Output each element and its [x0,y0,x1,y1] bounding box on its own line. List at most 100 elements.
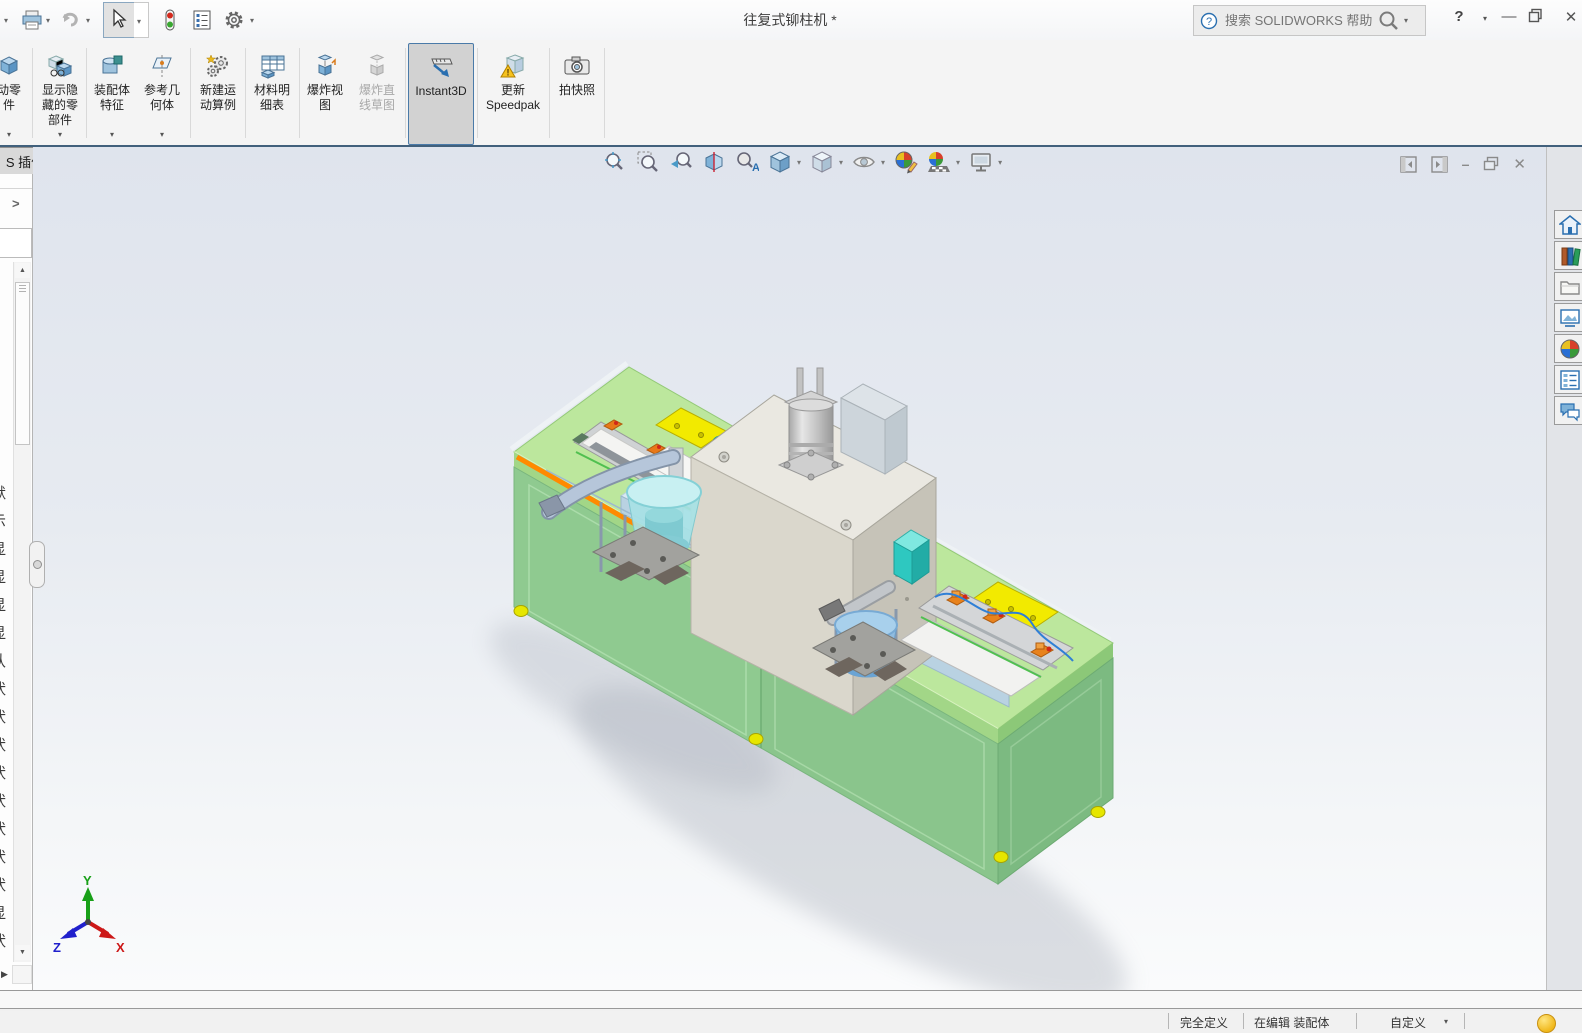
take-snapshot-button[interactable]: 拍快照 [552,43,602,143]
svg-text:!: ! [507,68,510,78]
tree-item-partial[interactable]: 状 [0,734,17,755]
help-circle-icon: ? [1200,12,1218,29]
model-3d-view[interactable]: Y X Z [33,147,1546,990]
show-hidden-components-icon [36,51,84,81]
taskpane-design-library-button[interactable] [1554,241,1582,270]
tree-item-partial[interactable]: 状 [0,790,17,811]
tree-item-partial[interactable]: 状 [0,874,17,895]
traffic-light-icon[interactable] [158,8,182,32]
update-speedpak-button[interactable]: ! 更新 Speedpak [481,43,545,143]
scroll-down-icon[interactable]: ▼ [15,945,30,960]
taskpane-custom-properties-button[interactable] [1554,365,1582,394]
help-button[interactable]: ? [1448,8,1470,25]
command-ribbon: 动零 件 ▾ 显示隐 藏的零 部件 ▾ 装配体 特征 ▾ 参考几 何体 ▾ 新建… [0,40,1582,147]
status-ball-icon[interactable] [1537,1014,1556,1033]
tree-item-partial[interactable]: 显 [0,902,17,923]
restore-button[interactable] [1528,8,1550,23]
status-custom-caret-icon[interactable]: ▾ [1444,1017,1448,1026]
search-caret-icon[interactable]: ▾ [1404,16,1408,25]
tree-item-partial[interactable]: 示 [0,510,17,531]
options-caret-icon[interactable]: ▾ [250,16,254,25]
tree-filter-box[interactable] [0,228,32,258]
tree-item-partial[interactable]: 认 [0,650,17,671]
select-tool-caret[interactable]: ▾ [134,2,149,38]
forum-chat-icon [1560,402,1580,421]
exploded-view-button[interactable]: 爆炸视 图 [301,43,349,143]
help-caret-icon[interactable]: ▾ [1474,14,1496,23]
panel-splitter-handle[interactable] [29,541,45,588]
take-snapshot-icon [552,51,602,81]
close-button[interactable]: ✕ [1560,8,1582,26]
instant3d-icon [409,52,473,82]
tree-item-partial[interactable]: 状 [0,818,17,839]
scroll-thumb[interactable] [15,282,30,445]
show-hidden-components-button[interactable]: 显示隐 藏的零 部件 ▾ [36,43,84,143]
taskpane-home-button[interactable] [1554,210,1582,239]
model-press-cylinder[interactable] [777,367,845,481]
move-component-button[interactable]: 动零 件 ▾ [0,43,36,143]
tree-item-partial[interactable]: 默 [0,482,17,503]
graphics-viewport[interactable]: A ▾ ▾ ▾ ▾ ▾ – ✕ Y X Z [33,147,1546,990]
triad-y-label: Y [83,873,92,888]
view-palette-icon [1560,308,1580,327]
undo-caret-icon[interactable]: ▾ [86,16,90,25]
search-input[interactable] [1223,12,1377,29]
model-cyan-block[interactable] [893,529,930,585]
taskpane-appearances-button[interactable] [1554,334,1582,363]
undo-icon[interactable] [58,8,82,32]
scroll-up-icon[interactable]: ▲ [15,263,30,278]
new-motion-study-button[interactable]: 新建运 动算例 [193,43,243,143]
taskpane-forum-button[interactable] [1554,396,1582,425]
folder-icon [1560,280,1580,295]
menu-expand-caret-icon[interactable]: ▾ [4,16,8,25]
tree-item-partial[interactable]: 状 [0,762,17,783]
window-title: 往复式铆柱机 * [743,12,837,28]
orientation-triad: Y X Z [53,873,125,955]
select-tool-button[interactable] [103,2,135,38]
update-speedpak-icon: ! [481,51,545,81]
tree-item-partial[interactable]: 显 [0,594,17,615]
print-caret-icon[interactable]: ▾ [46,16,50,25]
tree-item-partial[interactable]: 显 [0,538,17,559]
options-gear-icon[interactable] [222,8,246,32]
explode-line-sketch-button: 爆炸直 线草图 [352,43,402,143]
svg-text:?: ? [1206,16,1212,28]
assembly-features-icon [88,51,136,81]
reference-geometry-icon [137,51,187,81]
print-icon[interactable] [20,8,44,32]
report-options-icon[interactable] [190,8,214,32]
home-icon [1559,214,1581,235]
design-library-icon [1561,247,1581,266]
triad-z-label: Z [53,940,61,955]
tree-item-partial[interactable]: 状 [0,678,17,699]
reference-geometry-button[interactable]: 参考几 何体 ▾ [137,43,187,143]
title-bar: ▾ ▾ ▾ ▾ ▾ 往复式铆柱机 * ? ▾ ? ▾ — ✕ [0,0,1582,40]
hscroll-right-icon[interactable]: ▶ [1,969,8,980]
search-box[interactable]: ? ▾ [1193,5,1426,36]
panel-expand-button[interactable]: > [12,196,20,211]
exploded-view-icon [301,51,349,81]
status-bar: 完全定义 在编辑 装配体 自定义 ▾ [0,1011,1582,1033]
explode-line-sketch-icon [352,51,402,81]
appearances-sphere-icon [1560,339,1580,358]
search-icon[interactable] [1377,9,1401,33]
solidworks-window: { "titlebar": { "title": "往复式铆柱机 *", "se… [0,0,1582,1033]
taskpane-file-explorer-button[interactable] [1554,272,1582,301]
task-pane-strip [1546,147,1582,990]
assembly-features-button[interactable]: 装配体 特征 ▾ [88,43,136,143]
tree-item-partial[interactable]: 状 [0,930,17,951]
lower-strip [0,990,1582,1009]
triad-x-label: X [116,940,125,955]
tree-item-partial[interactable]: 显 [0,566,17,587]
tree-item-partial[interactable]: 状 [0,706,17,727]
new-motion-study-icon [193,51,243,81]
tree-item-partial[interactable]: 状 [0,846,17,867]
tree-item-partial[interactable]: 显 [0,622,17,643]
move-component-icon [0,51,36,81]
instant3d-button[interactable]: Instant3D [408,43,474,145]
taskpane-view-palette-button[interactable] [1554,303,1582,332]
bill-of-materials-button[interactable]: 材料明 细表 [248,43,296,143]
featuremanager-panel: > ▲ ▼ 默 示 显 显 显 显 认 状 状 状 状 状 状 状 状 显 状 … [0,174,33,990]
minimize-button[interactable]: — [1498,8,1520,25]
bill-of-materials-icon [248,51,296,81]
